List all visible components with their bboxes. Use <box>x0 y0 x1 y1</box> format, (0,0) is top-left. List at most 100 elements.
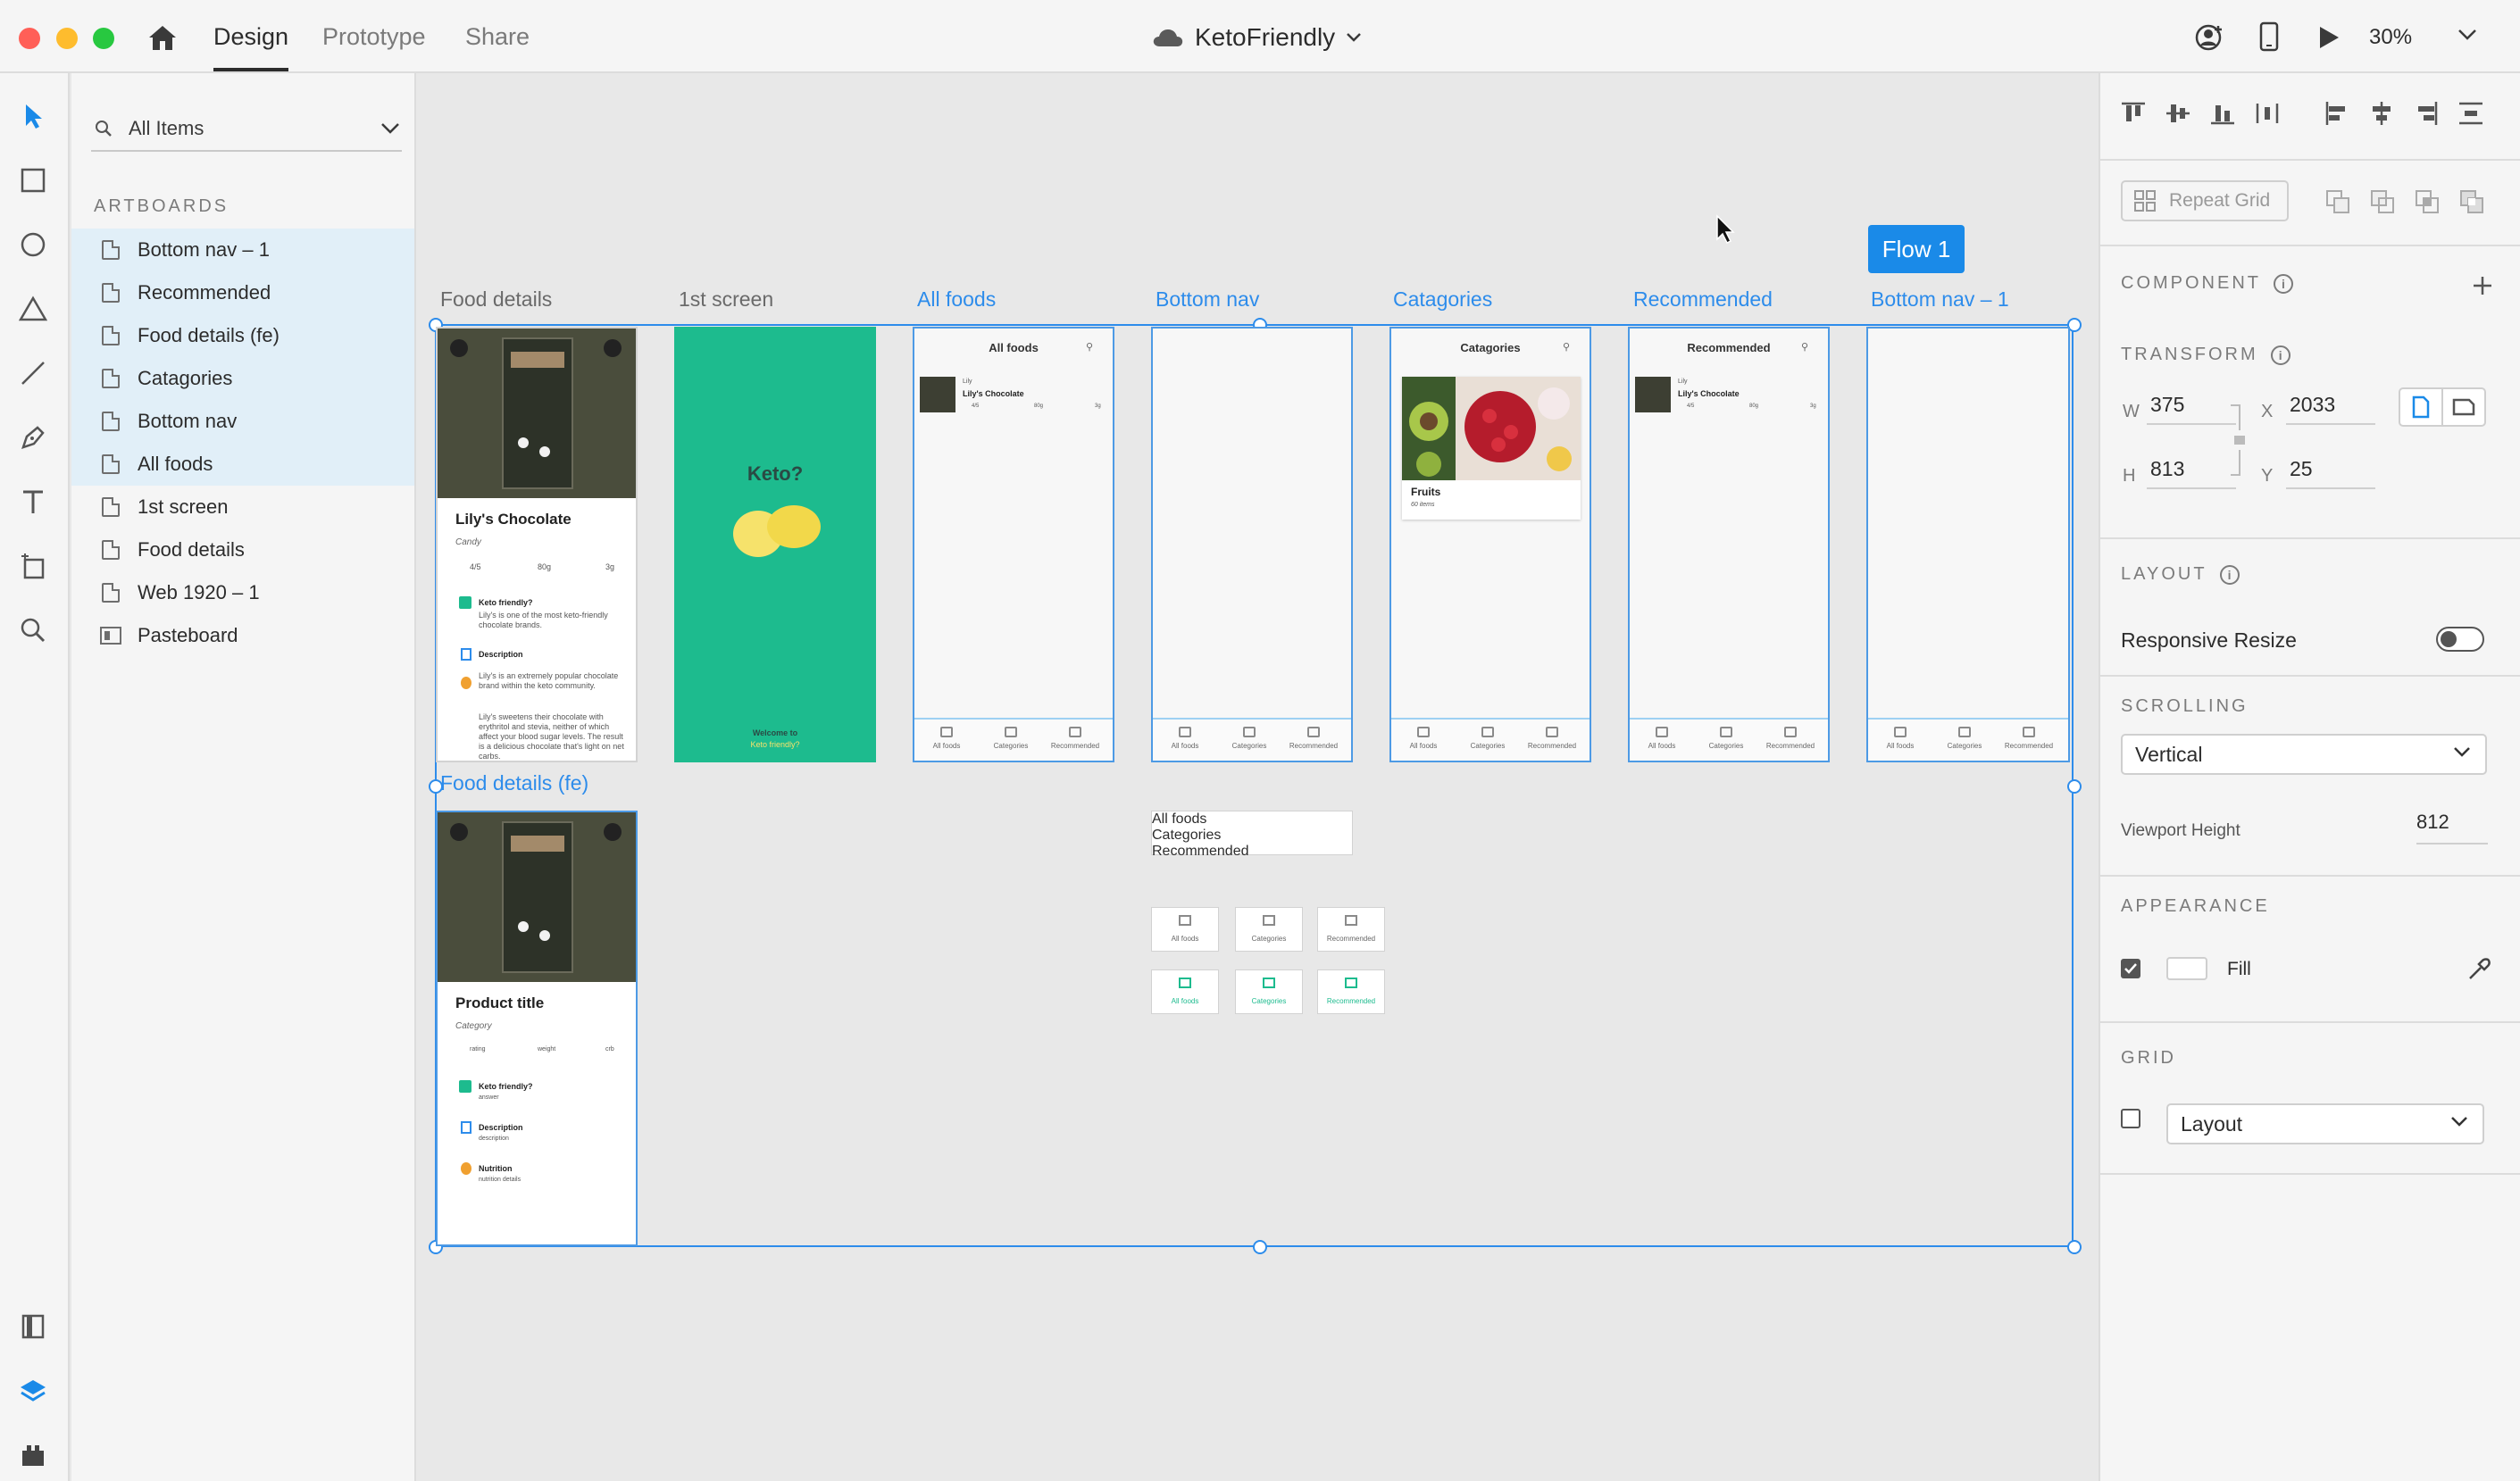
artboard-label-bottom-nav[interactable]: Bottom nav <box>1156 287 1259 312</box>
artboard-recommended[interactable]: Recommended ⚲ Lily Lily's Chocolate 4/5 … <box>1628 327 1830 762</box>
align-top-icon[interactable] <box>2120 100 2147 127</box>
share-button[interactable] <box>604 823 622 841</box>
artboard-label-catagories[interactable]: Catagories <box>1393 287 1492 312</box>
info-icon[interactable]: i <box>2219 564 2240 585</box>
intersect-boolean-icon[interactable] <box>2415 189 2440 214</box>
artboard-food-details-fe[interactable]: Product title Category rating weight crb… <box>436 811 638 1246</box>
distribute-horizontal-icon[interactable] <box>2457 100 2484 127</box>
ellipse-tool-icon[interactable] <box>15 227 51 262</box>
share-button[interactable] <box>604 339 622 357</box>
nav-variant-active[interactable]: Categories <box>1235 969 1303 1014</box>
artboard-tool-icon[interactable] <box>15 548 51 584</box>
line-tool-icon[interactable] <box>15 355 51 391</box>
nav-variant-default[interactable]: All foods <box>1151 907 1219 952</box>
layer-item[interactable]: 1st screen <box>71 486 414 528</box>
document-title[interactable]: KetoFriendly <box>1152 23 1362 52</box>
layer-item[interactable]: Food details (fe) <box>71 314 414 357</box>
nav-variant-default[interactable]: Categories <box>1235 907 1303 952</box>
artboard-bottom-nav[interactable]: All foods Categories Recommended <box>1151 327 1353 762</box>
artboard-catagories[interactable]: Catagories ⚲ Fruits 60 items All foods C… <box>1389 327 1591 762</box>
minimize-window-button[interactable] <box>56 28 78 49</box>
rectangle-tool-icon[interactable] <box>15 162 51 198</box>
portrait-orientation-button[interactable] <box>2399 387 2443 427</box>
bottom-nav-component[interactable]: All foods Categories Recommended <box>1151 811 1353 859</box>
tab-share[interactable]: Share <box>465 23 530 51</box>
assets-icon[interactable] <box>15 1309 51 1344</box>
info-icon[interactable]: i <box>2274 273 2293 294</box>
layer-item[interactable]: Catagories <box>71 357 414 400</box>
eyedropper-icon[interactable] <box>2466 957 2491 982</box>
flow-badge[interactable]: Flow 1 <box>1868 225 1965 273</box>
align-center-icon[interactable] <box>2368 100 2395 127</box>
align-left-icon[interactable] <box>2324 100 2350 127</box>
zoom-window-button[interactable] <box>93 28 114 49</box>
layers-search[interactable]: All Items <box>91 107 402 152</box>
artboard-food-details[interactable]: Lily's Chocolate Candy 4/5 80g 3g Keto f… <box>436 327 638 762</box>
width-field[interactable]: 375 <box>2147 393 2236 425</box>
artboard-bottom-nav-1[interactable]: All foods Categories Recommended <box>1866 327 2070 762</box>
fill-checkbox[interactable] <box>2121 959 2140 978</box>
back-button[interactable] <box>450 339 468 357</box>
add-boolean-icon[interactable] <box>2325 189 2350 214</box>
tab-design[interactable]: Design <box>213 23 289 71</box>
exclude-boolean-icon[interactable] <box>2459 189 2484 214</box>
artboard-1st-screen[interactable]: Keto? Welcome to Keto friendly? <box>674 327 876 762</box>
repeat-grid-button[interactable]: Repeat Grid <box>2121 180 2289 221</box>
text-tool-icon[interactable] <box>15 484 51 520</box>
home-icon[interactable] <box>146 23 179 56</box>
tab-prototype[interactable]: Prototype <box>322 23 426 51</box>
play-preview-icon[interactable] <box>2316 25 2341 54</box>
layer-item[interactable]: Web 1920 – 1 <box>71 571 414 614</box>
artboard-label-1st-screen[interactable]: 1st screen <box>679 287 773 312</box>
plugins-icon[interactable] <box>15 1437 51 1473</box>
artboard-label-food-details[interactable]: Food details <box>440 287 552 312</box>
layer-item[interactable]: Pasteboard <box>71 614 414 657</box>
back-button[interactable] <box>450 823 468 841</box>
design-canvas[interactable]: Food details 1st screen All foods Bottom… <box>418 73 2097 1481</box>
info-icon[interactable]: i <box>2270 345 2291 365</box>
landscape-orientation-button[interactable] <box>2441 387 2486 427</box>
selection-handle[interactable] <box>1253 1240 1267 1254</box>
artboard-label-recommended[interactable]: Recommended <box>1633 287 1773 312</box>
invite-user-icon[interactable] <box>2195 22 2225 57</box>
artboard-label-all-foods[interactable]: All foods <box>917 287 996 312</box>
zoom-dropdown-chevron-icon[interactable] <box>2457 29 2477 46</box>
pen-tool-icon[interactable] <box>15 420 51 455</box>
selection-handle[interactable] <box>429 779 443 794</box>
close-window-button[interactable] <box>19 28 40 49</box>
chevron-down-icon[interactable] <box>380 122 400 135</box>
nav-variant-active[interactable]: All foods <box>1151 969 1219 1014</box>
scrolling-dropdown[interactable]: Vertical <box>2121 734 2487 775</box>
zoom-level[interactable]: 30% <box>2369 25 2412 50</box>
selection-handle[interactable] <box>2067 1240 2082 1254</box>
polygon-tool-icon[interactable] <box>15 291 51 327</box>
artboard-all-foods[interactable]: All foods ⚲ Lily Lily's Chocolate 4/5 80… <box>913 327 1114 762</box>
x-field[interactable]: 2033 <box>2286 393 2375 425</box>
layer-item[interactable]: All foods <box>71 443 414 486</box>
subtract-boolean-icon[interactable] <box>2370 189 2395 214</box>
nav-variant-default[interactable]: Recommended <box>1317 907 1385 952</box>
selection-handle[interactable] <box>2067 779 2082 794</box>
layer-item[interactable]: Recommended <box>71 271 414 314</box>
grid-checkbox[interactable] <box>2121 1109 2140 1128</box>
zoom-tool-icon[interactable] <box>15 612 51 648</box>
layer-item[interactable]: Food details <box>71 528 414 571</box>
device-preview-icon[interactable] <box>2259 21 2279 56</box>
align-middle-icon[interactable] <box>2165 100 2191 127</box>
align-bottom-icon[interactable] <box>2209 100 2236 127</box>
layer-item[interactable]: Bottom nav <box>71 400 414 443</box>
grid-type-dropdown[interactable]: Layout <box>2166 1103 2484 1144</box>
viewport-height-field[interactable]: 812 <box>2416 811 2488 845</box>
add-component-plus-icon[interactable] <box>2472 275 2493 296</box>
distribute-vertical-icon[interactable] <box>2254 100 2281 127</box>
artboard-label-bottom-nav-1[interactable]: Bottom nav – 1 <box>1871 287 2009 312</box>
layer-item[interactable]: Bottom nav – 1 <box>71 229 414 271</box>
y-field[interactable]: 25 <box>2286 457 2375 489</box>
fill-color-swatch[interactable] <box>2166 957 2207 980</box>
height-field[interactable]: 813 <box>2147 457 2236 489</box>
nav-variant-active[interactable]: Recommended <box>1317 969 1385 1014</box>
select-tool-icon[interactable] <box>15 98 51 134</box>
layers-icon[interactable] <box>15 1373 51 1409</box>
responsive-resize-toggle[interactable] <box>2436 627 2484 652</box>
align-right-icon[interactable] <box>2413 100 2440 127</box>
